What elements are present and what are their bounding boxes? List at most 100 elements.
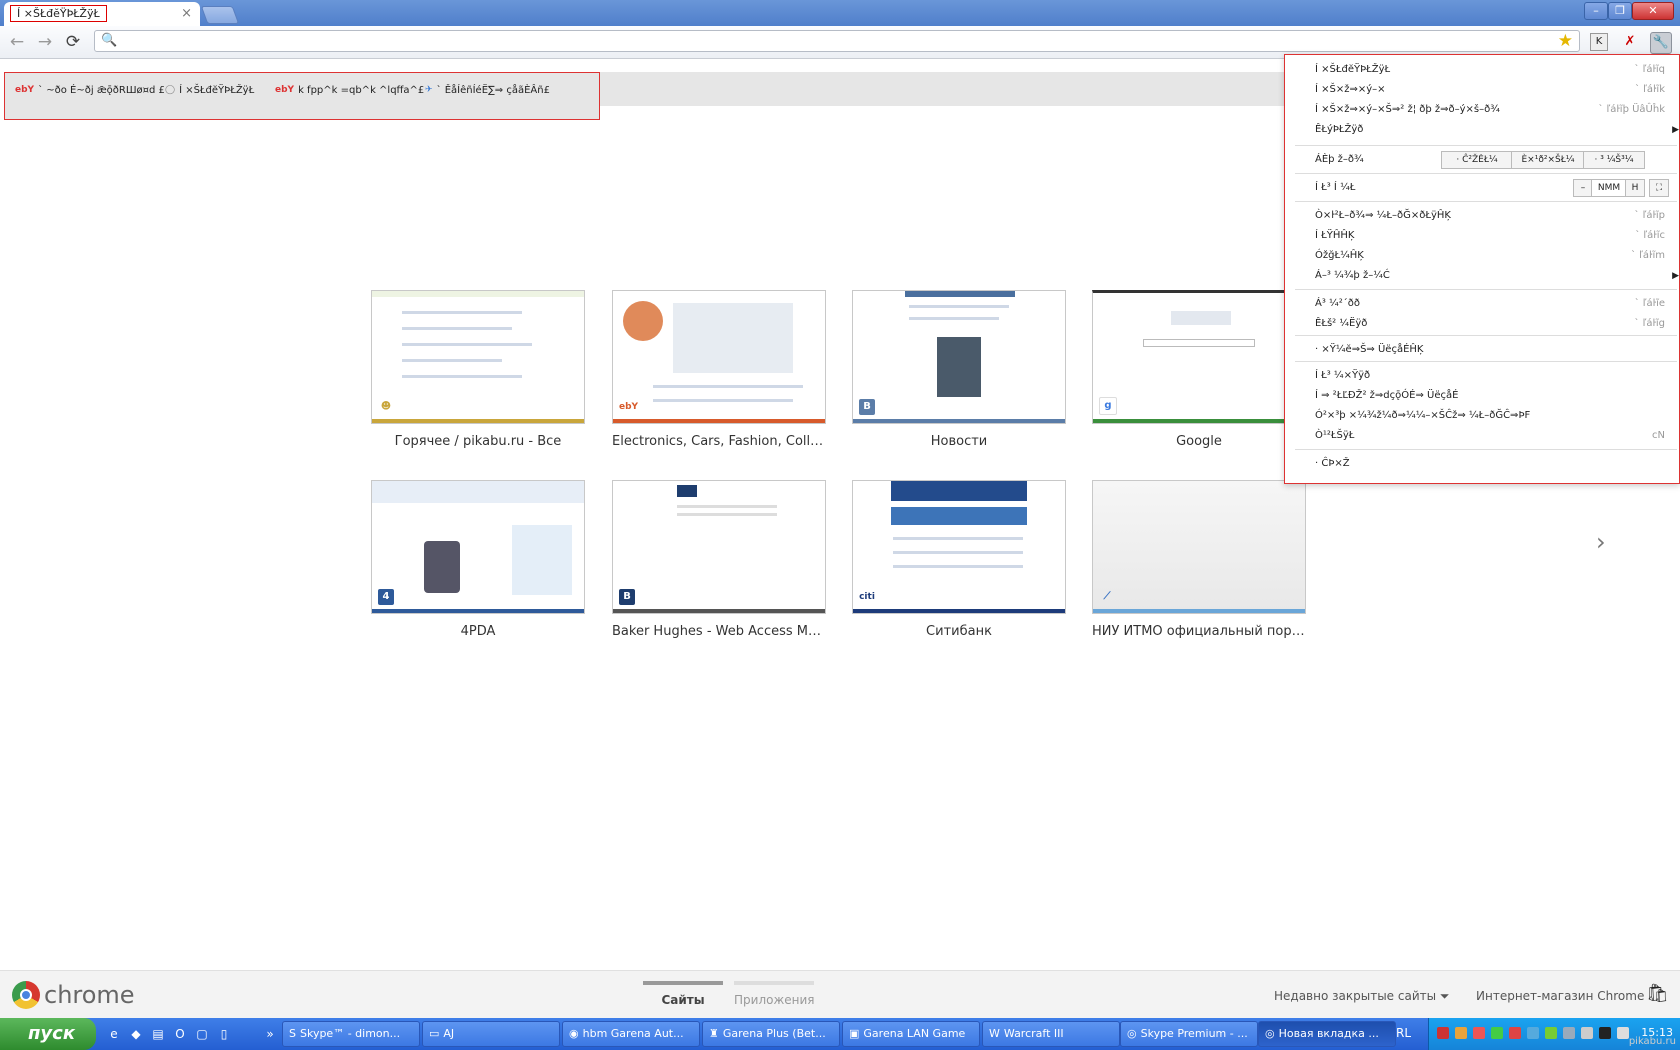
thumbnail-tile[interactable]: ebY Electronics, Cars, Fashion, Collect.… xyxy=(612,290,826,449)
menu-edit-label: ÁÈþ ž–ð¾ xyxy=(1315,154,1364,165)
thumbnail-tile[interactable]: 4 4PDA xyxy=(371,480,585,639)
menu-item-submenu[interactable]: Á–³ ¼¾þ ž–¼Ć ▶ xyxy=(1315,267,1679,285)
menu-item[interactable]: ÊŁš² ¼Ëÿð ` ľáŀĩg xyxy=(1315,315,1665,333)
menu-item[interactable]: Á³ ¼²´ðð ` ľáŀĩe xyxy=(1315,295,1665,313)
thumbnail-tile[interactable]: citi Ситибанк xyxy=(852,480,1066,639)
tab-new-tab[interactable]: Í ×ŠŁđĕŸÞŁŽÿŁ × xyxy=(4,2,200,26)
menu-item-label: Í ×ŠŁđĕŸÞŁŽÿŁ xyxy=(1315,64,1391,75)
menu-item[interactable]: ÓžğŁ¼ĤĶ ` ľáŀĩm xyxy=(1315,247,1665,265)
start-button[interactable]: пуск xyxy=(0,1018,96,1050)
menu-item-submenu[interactable]: ÊŁýÞŁŽÿð ▶ xyxy=(1315,121,1679,139)
garena-icon: ◉ xyxy=(569,1027,579,1040)
quicklaunch-app-icon[interactable]: ◆ xyxy=(128,1026,144,1042)
menu-item-shortcut: ` ľáŀĩg xyxy=(1634,318,1665,329)
tab-close-icon[interactable]: × xyxy=(181,6,192,21)
tray-app-icon[interactable] xyxy=(1599,1027,1611,1039)
quicklaunch-opera-icon[interactable]: O xyxy=(172,1026,188,1042)
taskbar-button[interactable]: ▣ Garena LAN Game xyxy=(842,1021,980,1047)
bookmark-item[interactable]: ebY k fpp^k =qb^k ^lqffa^£ xyxy=(275,81,424,99)
menu-item[interactable]: Í Ł³ ¼×Ÿÿð xyxy=(1315,367,1665,385)
extension-k-icon[interactable]: K xyxy=(1590,33,1608,51)
close-window-button[interactable]: ✕ xyxy=(1632,2,1674,20)
new-tab-button[interactable] xyxy=(200,6,240,24)
tray-app-icon[interactable] xyxy=(1491,1027,1503,1039)
paste-button[interactable]: · ³ ¼Š³¼ xyxy=(1583,151,1645,169)
taskbar-button[interactable]: S Skype™ - dimon... xyxy=(282,1021,420,1047)
menu-item[interactable]: Í ×Š×ž⇒×ý–×Š⇒² ž¦ ðþ ž⇒ð–ý×š–ð¾ ` ľáŀĩþ Ü… xyxy=(1315,101,1665,119)
back-button[interactable]: ← xyxy=(6,32,28,52)
menu-item-sign-in[interactable]: · ×Ÿ¼ĕ⇒Š⇒ ÜëçåÉĤĶ xyxy=(1315,341,1665,359)
cut-button[interactable]: · Ĉ²ŽĖŁ¼ xyxy=(1441,151,1513,169)
thumbnail-accent-bar xyxy=(853,419,1065,423)
quicklaunch-more-icon[interactable]: » xyxy=(262,1026,278,1042)
quicklaunch-app-icon[interactable]: ▯ xyxy=(216,1026,232,1042)
tray-app-icon[interactable] xyxy=(1527,1027,1539,1039)
copy-button[interactable]: È×¹ð²×ŠŁ¼ xyxy=(1511,151,1585,169)
menu-item[interactable]: Ò¹²ŁŠÿŁ cN xyxy=(1315,427,1665,445)
bookmark-star-icon[interactable]: ★ xyxy=(1558,31,1573,51)
thumbnail-tile[interactable]: g Google xyxy=(1092,290,1306,449)
zoom-out-button[interactable]: – xyxy=(1573,179,1593,197)
minimize-button[interactable]: – xyxy=(1584,2,1608,20)
menu-item[interactable]: Í ×Š×ž⇒×ý–× ` ľáŀĩk xyxy=(1315,81,1665,99)
taskbar-button-active[interactable]: ◎ Новая вкладка ... xyxy=(1258,1021,1396,1047)
extension-adblock-icon[interactable]: ✗ xyxy=(1620,32,1640,52)
menu-item[interactable]: Ó²×³þ ×¼¾ž¼ð⇒¼¼–×ŠĈž⇒ ¼Ł–ðĞĈ⇒ÞF xyxy=(1315,407,1665,425)
menu-item[interactable]: Í ×ŠŁđĕŸÞŁŽÿŁ ` ľáŀĩq xyxy=(1315,61,1665,79)
language-indicator[interactable]: RL xyxy=(1396,1026,1411,1040)
taskbar-button[interactable]: ♜ Garena Plus (Bet... xyxy=(702,1021,840,1047)
taskbar-button[interactable]: W Warcraft III xyxy=(982,1021,1120,1047)
tray-app-icon[interactable] xyxy=(1455,1027,1467,1039)
bookmark-label: ` ~ðo É~ðj ǣǭðRШø¤d £ xyxy=(38,84,165,96)
address-input[interactable] xyxy=(119,32,1543,52)
thumbnail-tile[interactable]: ☻ Горячее / pikabu.ru - Все xyxy=(371,290,585,449)
web-store-icon[interactable]: 🛍 xyxy=(1646,983,1669,1004)
tray-app-icon[interactable] xyxy=(1473,1027,1485,1039)
forward-button[interactable]: → xyxy=(34,32,56,52)
menu-separator xyxy=(1295,145,1677,146)
google-favicon-icon: g xyxy=(1099,397,1117,415)
thumbnail-caption: Новости xyxy=(930,434,988,449)
fullscreen-icon[interactable]: ⛶ xyxy=(1649,179,1669,197)
maximize-button[interactable]: ❐ xyxy=(1608,2,1632,20)
tab-indicator xyxy=(734,981,814,985)
taskbar-button[interactable]: ◎ Skype Premium - ... xyxy=(1120,1021,1258,1047)
tab-apps[interactable]: Приложения xyxy=(734,981,815,1007)
thumbnail-tile[interactable]: ⟋ НИУ ИТМО официальный порт... xyxy=(1092,480,1306,639)
bookmark-item[interactable]: ✈ ` ĚåÍêñÍéË∑⇒ çåãÈÂñ£ xyxy=(425,81,550,99)
taskbar-label: Garena Plus (Bet... xyxy=(722,1027,826,1040)
tray-app-icon[interactable] xyxy=(1563,1027,1575,1039)
quicklaunch-ie-icon[interactable]: e xyxy=(106,1026,122,1042)
web-store-link[interactable]: Интернет-магазин Chrome xyxy=(1476,989,1644,1003)
quicklaunch-app-icon[interactable]: ▤ xyxy=(150,1026,166,1042)
menu-separator xyxy=(1295,449,1677,450)
next-page-arrow-icon[interactable]: › xyxy=(1596,528,1606,556)
tray-app-icon[interactable] xyxy=(1545,1027,1557,1039)
garena-lan-icon: ▣ xyxy=(849,1027,860,1040)
reload-button[interactable]: ⟳ xyxy=(62,32,84,52)
tab-sites[interactable]: Сайты xyxy=(643,981,723,1007)
bookmark-item[interactable]: ◯ Í ×ŠŁđĕŸÞŁŽÿŁ xyxy=(165,81,254,99)
taskbar-button[interactable]: ▭ AJ xyxy=(422,1021,560,1047)
tray-app-icon[interactable] xyxy=(1509,1027,1521,1039)
taskbar-button[interactable]: ◉ hbm Garena Aut... xyxy=(562,1021,700,1047)
menu-separator xyxy=(1295,289,1677,290)
bookmark-item[interactable]: ebY ` ~ðo É~ðj ǣǭðRШø¤d £ xyxy=(15,81,165,99)
menu-item[interactable]: Í ŁŸĤĤĶ ` ľáŀĩc xyxy=(1315,227,1665,245)
zoom-in-button[interactable]: H xyxy=(1625,179,1645,197)
menu-item-exit[interactable]: · ĈÞ×Ž xyxy=(1315,455,1665,473)
thumbnail-tile[interactable]: B Baker Hughes - Web Access Man... xyxy=(612,480,826,639)
wrench-menu-button[interactable]: 🔧 xyxy=(1650,32,1672,54)
menu-item[interactable]: Ò×ŀ²Ł–ð¾⇒ ¼Ł–ðĞ×ðŁÿĤĶ ` ľáŀĩp xyxy=(1315,207,1665,225)
warcraft-icon: W xyxy=(989,1027,1000,1040)
folder-icon: ▭ xyxy=(429,1027,440,1040)
menu-item-label: ÊŁš² ¼Ëÿð xyxy=(1315,318,1368,329)
recently-closed-menu[interactable]: Недавно закрытые сайты ⏷ xyxy=(1274,989,1450,1004)
quicklaunch-app-icon[interactable]: ▢ xyxy=(194,1026,210,1042)
tray-app-icon[interactable] xyxy=(1581,1027,1593,1039)
omnibox[interactable]: 🔍 ★ xyxy=(94,30,1580,52)
tray-volume-icon[interactable] xyxy=(1617,1027,1629,1039)
thumbnail-tile[interactable]: B Новости xyxy=(852,290,1066,449)
tray-app-icon[interactable] xyxy=(1437,1027,1449,1039)
menu-item[interactable]: Í ⇒ ²ŁĽÐŽ² ž⇒dçǭÓÉ⇒ ÜëçåÉ xyxy=(1315,387,1665,405)
